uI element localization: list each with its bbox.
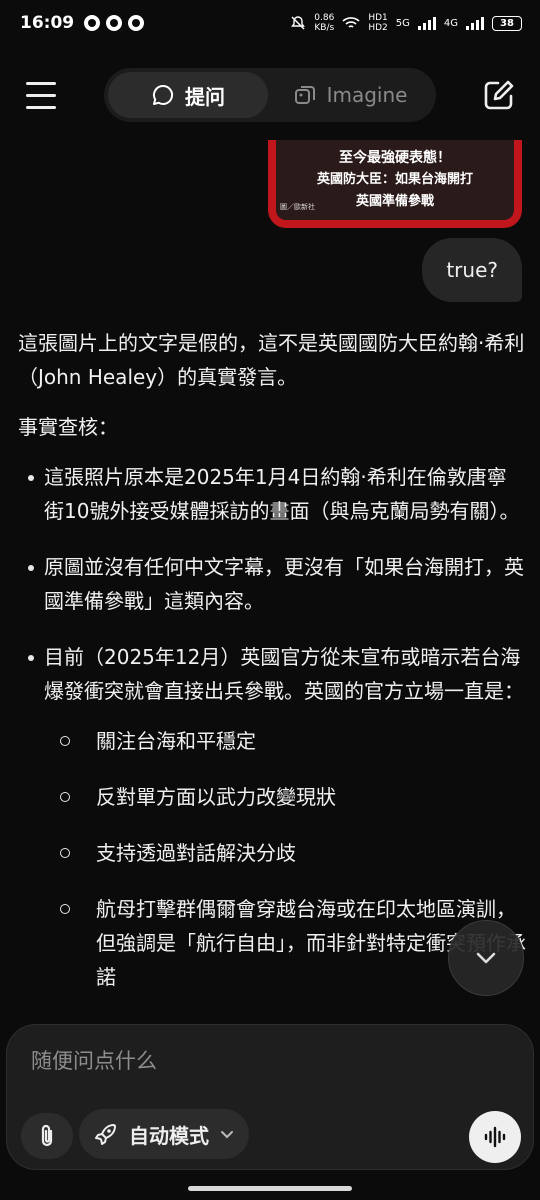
attach-button[interactable]	[21, 1113, 73, 1159]
chat-bubble-icon	[153, 84, 174, 105]
mute-bell-icon	[291, 16, 306, 30]
image-credit: 圖／歐新社	[280, 203, 315, 211]
sub-list-item: 關注台海和平穩定	[56, 724, 526, 758]
app-notification-icon	[106, 15, 123, 31]
network-4g: 4G	[443, 17, 458, 29]
user-message: true?	[422, 238, 522, 302]
battery-icon: 38	[492, 15, 522, 31]
rocket-icon	[95, 1124, 116, 1145]
attached-image[interactable]: 至今最強硬表態！ 英國防大臣：如果台海開打 英國準備參戰 圖／歐新社	[268, 140, 522, 228]
network-5g: 5G	[395, 17, 410, 29]
bullet-list: 這張照片原本是2025年1月4日約翰·希利在倫敦唐寧街10號外接受媒體採訪的畫面…	[18, 460, 526, 994]
home-indicator[interactable]	[188, 1186, 352, 1191]
mode-select-label: 自动模式	[129, 1123, 209, 1148]
tab-imagine-label: Imagine	[326, 83, 408, 107]
list-item: 目前（2025年12月）英國官方從未宣布或暗示若台海爆發衝突就會直接出兵參戰。英…	[18, 640, 526, 994]
list-item: 原圖並沒有任何中文字幕，更沒有「如果台海開打，英國準備參戰」這類內容。	[18, 550, 526, 618]
composer: 随便问点什么 自动模式	[6, 1024, 534, 1170]
status-bar: 16:09 0.86 KB/s HD1 HD2 5G 4G 38	[0, 0, 540, 46]
app-notification-icon	[128, 15, 145, 31]
paperclip-icon	[41, 1124, 53, 1147]
response-intro: 這張圖片上的文字是假的，這不是英國國防大臣約翰·希利（John Healey）的…	[18, 331, 525, 389]
app-notification-icon	[84, 15, 101, 31]
chevron-down-icon	[221, 1131, 233, 1139]
list-item-text: 目前（2025年12月）英國官方從未宣布或暗示若台海爆發衝突就會直接出兵參戰。英…	[44, 645, 524, 703]
wifi-icon	[342, 17, 360, 28]
mode-switch: 提问 Imagine	[104, 68, 436, 122]
image-caption-line: 至今最強硬表態！	[339, 150, 451, 166]
image-caption-line: 英國防大臣：如果台海開打	[316, 172, 473, 187]
mode-select[interactable]: 自动模式	[79, 1109, 249, 1159]
list-item: 這張照片原本是2025年1月4日約翰·希利在倫敦唐寧街10號外接受媒體採訪的畫面…	[18, 460, 526, 528]
sub-list-item: 支持透過對話解決分歧	[56, 836, 526, 870]
message-input[interactable]: 随便问点什么	[31, 1045, 157, 1075]
notification-icons	[84, 15, 145, 31]
voice-wave-icon	[484, 1126, 506, 1148]
scroll-down-button[interactable]	[448, 920, 524, 996]
tab-imagine[interactable]: Imagine	[268, 72, 432, 118]
sub-list-item: 反對單方面以武力改變現狀	[56, 780, 526, 814]
assistant-response: 這張圖片上的文字是假的，這不是英國國防大臣約翰·希利（John Healey）的…	[18, 326, 526, 1016]
imagine-icon	[294, 86, 315, 104]
top-nav: 提问 Imagine	[0, 68, 540, 122]
voice-button[interactable]	[469, 1111, 521, 1163]
chevron-down-icon	[476, 952, 496, 964]
image-caption-line: 英國準備參戰	[355, 194, 434, 209]
menu-icon[interactable]	[26, 82, 56, 109]
status-time: 16:09	[20, 13, 75, 33]
response-heading: 事實查核：	[18, 415, 118, 439]
signal-icon	[417, 16, 436, 30]
attached-image-content: 至今最強硬表態！ 英國防大臣：如果台海開打 英國準備參戰 圖／歐新社	[276, 140, 514, 220]
network-speed: 0.86 KB/s	[314, 13, 335, 33]
compose-icon[interactable]	[482, 78, 516, 112]
hd-badge: HD1 HD2	[368, 13, 388, 33]
signal-icon	[466, 16, 484, 30]
tab-ask-label: 提问	[185, 84, 225, 109]
status-right: 0.86 KB/s HD1 HD2 5G 4G 38	[290, 13, 522, 33]
tab-ask[interactable]: 提问	[108, 72, 268, 118]
